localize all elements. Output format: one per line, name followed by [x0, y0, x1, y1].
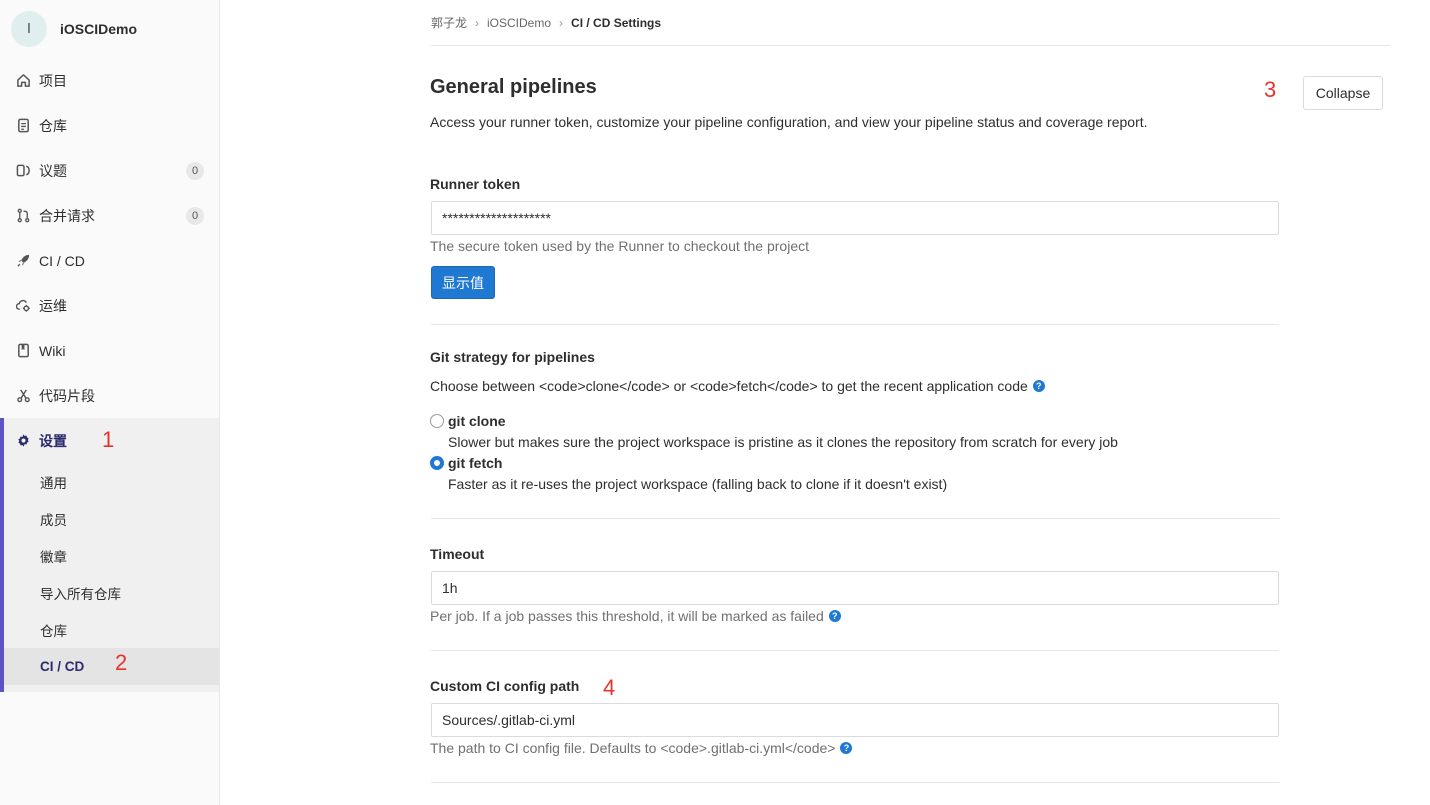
git-clone-radio[interactable] [430, 414, 444, 428]
timeout-label: Timeout [430, 546, 485, 562]
breadcrumb: 郭子龙 › iOSCIDemo › CI / CD Settings [431, 14, 661, 31]
git-fetch-label: git fetch [448, 455, 503, 471]
sidebar-item-issues[interactable]: 议题 0 [0, 148, 219, 193]
git-fetch-radio[interactable] [430, 456, 444, 470]
breadcrumb-current[interactable]: CI / CD Settings [571, 16, 661, 30]
git-clone-label: git clone [448, 413, 506, 429]
sidebar-subitem-ci-cd[interactable]: CI / CD [4, 648, 219, 685]
chevron-right-icon: › [475, 15, 480, 30]
section-title: General pipelines [430, 76, 597, 98]
gear-icon [15, 433, 31, 449]
divider [431, 650, 1279, 651]
git-strategy-description-text: Choose between <code>clone</code> or <co… [430, 378, 1028, 394]
runner-token-input[interactable] [431, 201, 1279, 235]
help-icon[interactable]: ? [1032, 380, 1045, 392]
project-name: iOSCIDemo [60, 20, 138, 37]
home-icon [15, 73, 31, 89]
collapse-button[interactable]: Collapse [1303, 76, 1383, 110]
sidebar-item-label: 议题 [39, 162, 67, 179]
merge-requests-count-badge: 0 [186, 207, 204, 225]
ci-config-path-input[interactable] [431, 703, 1279, 737]
sidebar-item-ci-cd[interactable]: CI / CD [0, 238, 219, 283]
chevron-right-icon: › [559, 15, 564, 30]
sidebar-item-label: 仓库 [39, 117, 67, 134]
git-strategy-description: Choose between <code>clone</code> or <co… [430, 378, 1045, 394]
git-fetch-option[interactable]: git fetch [430, 455, 502, 471]
sidebar: I iOSCIDemo 项目 仓库 议题 0 合并请求 0 CI / CD 运维… [0, 0, 220, 805]
breadcrumb-user[interactable]: 郭子龙 [431, 14, 467, 31]
ci-config-path-help-text: The path to CI config file. Defaults to … [430, 740, 836, 756]
timeout-input[interactable] [431, 571, 1279, 605]
section-description: Access your runner token, customize your… [430, 114, 1148, 130]
divider [431, 518, 1279, 519]
timeout-help-text: Per job. If a job passes this threshold,… [430, 608, 824, 624]
sidebar-subitem-general[interactable]: 通用 [4, 463, 219, 500]
rocket-icon [15, 253, 31, 269]
scissors-icon [15, 388, 31, 404]
breadcrumb-divider [431, 45, 1390, 46]
annotation-marker-3: 3 [1264, 77, 1277, 102]
help-icon[interactable]: ? [840, 742, 853, 754]
book-icon [15, 343, 31, 359]
sidebar-item-project[interactable]: 项目 [0, 58, 219, 103]
document-icon [15, 118, 31, 134]
ci-config-path-label: Custom CI config path [430, 678, 580, 694]
sidebar-item-merge-requests[interactable]: 合并请求 0 [0, 193, 219, 238]
git-strategy-label: Git strategy for pipelines [430, 349, 595, 365]
annotation-marker-1: 1 [102, 427, 115, 452]
sidebar-item-label: 项目 [39, 72, 67, 89]
sidebar-item-snippets[interactable]: 代码片段 [0, 373, 219, 418]
divider [431, 324, 1279, 325]
runner-token-label: Runner token [430, 176, 521, 192]
sidebar-item-wiki[interactable]: Wiki [0, 328, 219, 373]
issues-count-badge: 0 [186, 162, 204, 180]
reveal-value-button[interactable]: 显示值 [431, 266, 495, 299]
project-header[interactable]: I iOSCIDemo [0, 0, 219, 57]
merge-request-icon [15, 208, 31, 224]
project-avatar: I [11, 10, 47, 47]
runner-token-help: The secure token used by the Runner to c… [430, 238, 810, 254]
sidebar-item-label: 合并请求 [39, 207, 95, 224]
sidebar-item-repository[interactable]: 仓库 [0, 103, 219, 148]
sidebar-item-label: 设置 [39, 432, 67, 449]
ci-config-path-help: The path to CI config file. Defaults to … [430, 740, 853, 756]
git-clone-option[interactable]: git clone [430, 413, 506, 429]
sidebar-subitem-import-repos[interactable]: 导入所有仓库 [4, 574, 219, 611]
sidebar-subitem-members[interactable]: 成员 [4, 500, 219, 537]
sidebar-subitem-badges[interactable]: 徽章 [4, 537, 219, 574]
divider [431, 782, 1279, 783]
annotation-marker-2: 2 [115, 650, 128, 675]
git-fetch-help: Faster as it re-uses the project workspa… [448, 476, 948, 492]
sidebar-item-label: 代码片段 [39, 387, 95, 404]
breadcrumb-project[interactable]: iOSCIDemo [487, 16, 551, 30]
annotation-marker-4: 4 [603, 675, 616, 700]
sidebar-item-label: CI / CD [39, 252, 85, 269]
sidebar-item-operations[interactable]: 运维 [0, 283, 219, 328]
help-icon[interactable]: ? [828, 610, 841, 622]
sidebar-item-label: Wiki [39, 342, 66, 359]
issues-icon [15, 163, 31, 179]
git-clone-help: Slower but makes sure the project worksp… [448, 434, 1118, 450]
sidebar-item-label: 运维 [39, 297, 67, 314]
timeout-help: Per job. If a job passes this threshold,… [430, 608, 841, 624]
cloud-gear-icon [15, 298, 31, 314]
sidebar-subitem-repository[interactable]: 仓库 [4, 611, 219, 648]
